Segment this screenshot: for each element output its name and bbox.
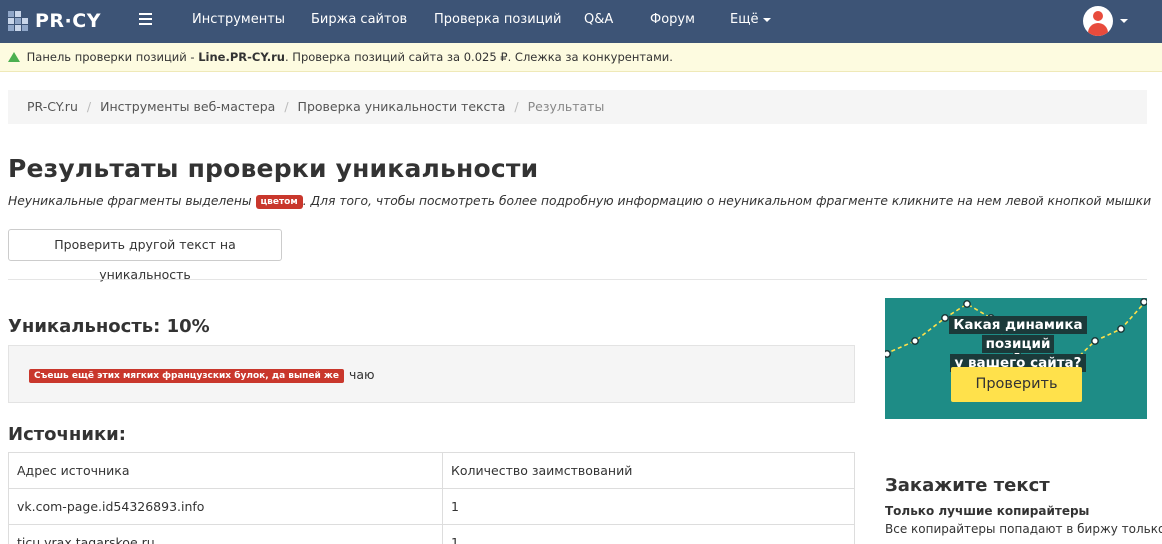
note-text-before: Неуникальные фрагменты выделены [8, 194, 256, 208]
unique-text: чаю [348, 367, 375, 382]
top-navbar: PR·CY Инструменты Биржа сайтов Проверка … [0, 0, 1162, 43]
sources-heading: Источники: [8, 424, 126, 445]
promo-banner[interactable]: Панель проверки позиций - Line.PR-CY.ru.… [0, 43, 1162, 72]
nav-item-forum[interactable]: Форум [650, 12, 695, 27]
order-text-description: Все копирайтеры попадают в биржу только [885, 522, 1162, 536]
position-dynamics-ad[interactable]: Какая динамика позиций у вашего сайта? Пр… [885, 298, 1147, 419]
borrow-count-cell: 1 [442, 524, 855, 544]
chevron-down-icon [763, 17, 772, 22]
nav-item-more[interactable]: Ещё [730, 12, 772, 27]
ad-check-button[interactable]: Проверить [951, 367, 1082, 402]
breadcrumb-separator: / [284, 99, 289, 114]
checked-text-box: Съешь ещё этих мягких французских булок,… [8, 345, 855, 403]
source-url-cell: vk.com-page.id54326893.info [8, 488, 443, 525]
divider [8, 279, 1147, 280]
breadcrumb-webmaster-tools[interactable]: Инструменты веб-мастера [100, 99, 275, 114]
order-text-subheading: Только лучшие копирайтеры [885, 504, 1090, 518]
user-avatar[interactable] [1083, 6, 1113, 36]
column-header-source-url: Адрес источника [8, 452, 443, 489]
borrow-count-cell: 1 [442, 488, 855, 525]
nav-item-position-check[interactable]: Проверка позиций [434, 12, 561, 27]
color-tag: цветом [255, 195, 303, 209]
check-another-text-button[interactable]: Проверить другой текст на уникальность [8, 229, 282, 282]
breadcrumb-uniqueness-check[interactable]: Проверка уникальности текста [298, 99, 506, 114]
nav-item-more-label: Ещё [730, 12, 759, 27]
site-logo[interactable]: PR·CY [8, 9, 101, 33]
breadcrumb-current: Результаты [527, 99, 605, 114]
logo-icon [8, 11, 28, 31]
column-header-borrow-count: Количество заимствований [442, 452, 855, 489]
breadcrumb: PR-CY.ru / Инструменты веб-мастера / Проверк… [8, 90, 1147, 124]
nav-item-tools[interactable]: Инструменты [192, 12, 285, 27]
source-link[interactable]: vk.com-page.id54326893.info [17, 499, 204, 514]
table-row: ticu.vrax.tagarskoe.ru 1 [8, 524, 855, 544]
uniqueness-heading: Уникальность: 10% [8, 316, 210, 337]
chart-up-icon [8, 52, 20, 62]
table-header-row: Адрес источника Количество заимствований [8, 452, 855, 489]
hamburger-menu-icon[interactable] [139, 13, 152, 25]
ad-headline-line1: Какая динамика позиций [949, 316, 1087, 353]
page-title: Результаты проверки уникальности [8, 154, 539, 183]
ad-headline: Какая динамика позиций у вашего сайта? [921, 316, 1115, 373]
logo-text: PR·CY [35, 10, 101, 32]
order-text-heading: Закажите текст [885, 475, 1050, 496]
nav-item-qa[interactable]: Q&A [584, 12, 613, 27]
source-link[interactable]: ticu.vrax.tagarskoe.ru [17, 535, 155, 544]
nav-item-sites-exchange[interactable]: Биржа сайтов [311, 12, 407, 27]
promo-lead: Панель проверки позиций - [23, 50, 199, 64]
promo-link[interactable]: Line.PR-CY.ru [198, 50, 285, 64]
note-text-after: . Для того, чтобы посмотреть более подро… [302, 194, 1152, 208]
table-row: vk.com-page.id54326893.info 1 [8, 488, 855, 525]
promo-rest: . Проверка позиций сайта за 0.025 ₽. Сле… [284, 50, 673, 64]
non-unique-fragment[interactable]: Съешь ещё этих мягких французских булок,… [29, 369, 344, 383]
breadcrumb-home[interactable]: PR-CY.ru [27, 99, 78, 114]
sources-table: Адрес источника Количество заимствований… [8, 452, 855, 544]
breadcrumb-separator: / [86, 99, 92, 114]
highlight-note: Неуникальные фрагменты выделены цветом. … [8, 194, 1151, 209]
breadcrumb-separator: / [514, 99, 519, 114]
chevron-down-icon[interactable] [1120, 19, 1128, 23]
source-url-cell: ticu.vrax.tagarskoe.ru [8, 524, 443, 544]
